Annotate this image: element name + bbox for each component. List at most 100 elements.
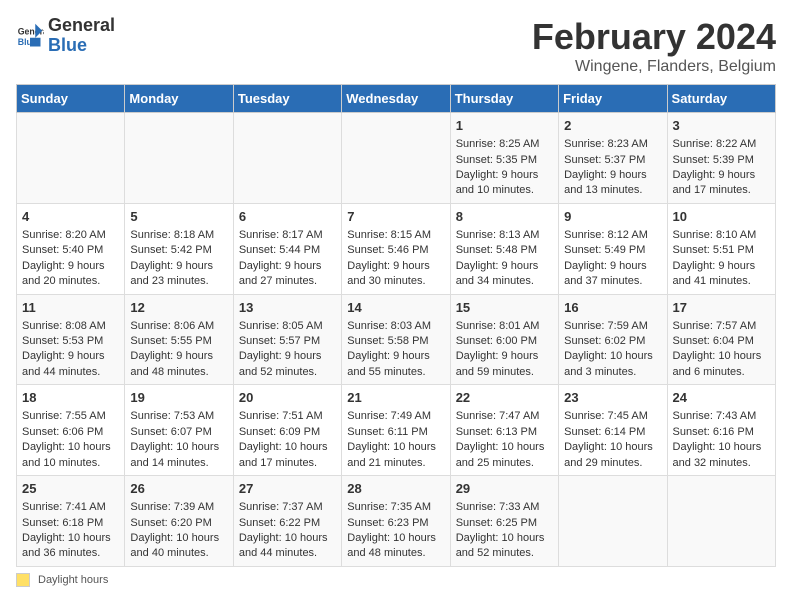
day-number: 19 [130,389,227,407]
day-info: Sunrise: 7:37 AM Sunset: 6:22 PM Dayligh… [239,500,336,562]
day-info: Sunrise: 8:06 AM Sunset: 5:55 PM Dayligh… [130,319,227,381]
day-info: Sunrise: 8:18 AM Sunset: 5:42 PM Dayligh… [130,228,227,290]
calendar-cell: 1 Sunrise: 8:25 AM Sunset: 5:35 PM Daylig… [450,113,558,204]
calendar-week-5: 25Sunrise: 7:41 AM Sunset: 6:18 PM Dayli… [17,476,776,567]
calendar-cell: 13Sunrise: 8:05 AM Sunset: 5:57 PM Dayli… [233,294,341,385]
calendar-col-tuesday: Tuesday [233,85,341,113]
calendar-cell: 24Sunrise: 7:43 AM Sunset: 6:16 PM Dayli… [667,385,775,476]
day-info: Sunrise: 7:59 AM Sunset: 6:02 PM Dayligh… [564,319,661,381]
calendar-col-monday: Monday [125,85,233,113]
calendar-cell [342,113,450,204]
calendar-cell [17,113,125,204]
calendar-cell: 22 Sunrise: 7:47 AM Sunset: 6:13 PM Dayli… [450,385,558,476]
calendar-col-friday: Friday [559,85,667,113]
day-info: Sunrise: 8:20 AM Sunset: 5:40 PM Dayligh… [22,228,119,290]
day-info: Sunrise: 8:13 AM Sunset: 5:48 PM Dayligh… [456,228,553,290]
day-number: 20 [239,389,336,407]
day-info: Sunrise: 8:17 AM Sunset: 5:44 PM Dayligh… [239,228,336,290]
day-number: 14 [347,299,444,317]
daylight-box-icon [16,573,30,587]
day-info: Sunrise: 7:55 AM Sunset: 6:06 PM Dayligh… [22,409,119,471]
calendar-week-1: 1 Sunrise: 8:25 AM Sunset: 5:35 PM Daylig… [17,113,776,204]
calendar-cell: 27 Sunrise: 7:37 AM Sunset: 6:22 PM Dayli… [233,476,341,567]
day-number: 26 [130,480,227,498]
calendar-cell: 6 Sunrise: 8:17 AM Sunset: 5:44 PM Daylig… [233,203,341,294]
day-number: 7 [347,208,444,226]
calendar-cell [559,476,667,567]
day-number: 28 [347,480,444,498]
calendar-cell: 10 Sunrise: 8:10 AM Sunset: 5:51 PM Dayli… [667,203,775,294]
day-number: 3 [673,117,770,135]
day-info: Sunrise: 8:01 AM Sunset: 6:00 PM Dayligh… [456,319,553,381]
day-info: Sunrise: 8:12 AM Sunset: 5:49 PM Dayligh… [564,228,661,290]
day-info: Sunrise: 8:08 AM Sunset: 5:53 PM Dayligh… [22,319,119,381]
day-info: Sunrise: 8:25 AM Sunset: 5:35 PM Dayligh… [456,137,553,199]
calendar-cell: 19Sunrise: 7:53 AM Sunset: 6:07 PM Dayli… [125,385,233,476]
calendar-body: 1 Sunrise: 8:25 AM Sunset: 5:35 PM Daylig… [17,113,776,567]
calendar-cell: 3 Sunrise: 8:22 AM Sunset: 5:39 PM Daylig… [667,113,775,204]
day-number: 22 [456,389,553,407]
calendar-cell: 29Sunrise: 7:33 AM Sunset: 6:25 PM Dayli… [450,476,558,567]
day-info: Sunrise: 7:49 AM Sunset: 6:11 PM Dayligh… [347,409,444,471]
calendar-cell: 18Sunrise: 7:55 AM Sunset: 6:06 PM Dayli… [17,385,125,476]
day-number: 5 [130,208,227,226]
calendar-cell [233,113,341,204]
day-info: Sunrise: 8:15 AM Sunset: 5:46 PM Dayligh… [347,228,444,290]
main-title: February 2024 [532,16,776,58]
day-number: 4 [22,208,119,226]
calendar-cell: 23 Sunrise: 7:45 AM Sunset: 6:14 PM Dayli… [559,385,667,476]
calendar-cell: 4 Sunrise: 8:20 AM Sunset: 5:40 PM Daylig… [17,203,125,294]
day-info: Sunrise: 7:51 AM Sunset: 6:09 PM Dayligh… [239,409,336,471]
day-number: 27 [239,480,336,498]
day-info: Sunrise: 8:10 AM Sunset: 5:51 PM Dayligh… [673,228,770,290]
calendar-cell: 12 Sunrise: 8:06 AM Sunset: 5:55 PM Dayli… [125,294,233,385]
day-number: 29 [456,480,553,498]
logo-icon: General Blue [16,22,44,50]
day-number: 17 [673,299,770,317]
logo-blue: Blue [48,36,115,56]
calendar-col-saturday: Saturday [667,85,775,113]
day-info: Sunrise: 8:03 AM Sunset: 5:58 PM Dayligh… [347,319,444,381]
day-number: 1 [456,117,553,135]
calendar-cell: 9 Sunrise: 8:12 AM Sunset: 5:49 PM Daylig… [559,203,667,294]
day-info: Sunrise: 7:45 AM Sunset: 6:14 PM Dayligh… [564,409,661,471]
day-info: Sunrise: 7:47 AM Sunset: 6:13 PM Dayligh… [456,409,553,471]
calendar-cell: 2Sunrise: 8:23 AM Sunset: 5:37 PM Daylig… [559,113,667,204]
day-number: 2 [564,117,661,135]
calendar-cell: 17 Sunrise: 7:57 AM Sunset: 6:04 PM Dayli… [667,294,775,385]
calendar-cell: 15 Sunrise: 8:01 AM Sunset: 6:00 PM Dayli… [450,294,558,385]
day-info: Sunrise: 7:43 AM Sunset: 6:16 PM Dayligh… [673,409,770,471]
day-info: Sunrise: 7:57 AM Sunset: 6:04 PM Dayligh… [673,319,770,381]
day-info: Sunrise: 8:05 AM Sunset: 5:57 PM Dayligh… [239,319,336,381]
calendar-cell: 25Sunrise: 7:41 AM Sunset: 6:18 PM Dayli… [17,476,125,567]
calendar-header-row: SundayMondayTuesdayWednesdayThursdayFrid… [17,85,776,113]
day-number: 21 [347,389,444,407]
logo: General Blue General Blue [16,16,115,56]
daylight-label: Daylight hours [38,574,108,586]
calendar-cell: 21 Sunrise: 7:49 AM Sunset: 6:11 PM Dayli… [342,385,450,476]
calendar-col-wednesday: Wednesday [342,85,450,113]
calendar-table: SundayMondayTuesdayWednesdayThursdayFrid… [16,84,776,567]
day-number: 9 [564,208,661,226]
day-number: 15 [456,299,553,317]
calendar-cell: 26Sunrise: 7:39 AM Sunset: 6:20 PM Dayli… [125,476,233,567]
calendar-cell [667,476,775,567]
calendar-week-4: 18Sunrise: 7:55 AM Sunset: 6:06 PM Dayli… [17,385,776,476]
day-number: 10 [673,208,770,226]
day-number: 8 [456,208,553,226]
footer: Daylight hours [16,573,776,587]
day-number: 25 [22,480,119,498]
day-number: 6 [239,208,336,226]
calendar-cell: 14 Sunrise: 8:03 AM Sunset: 5:58 PM Dayli… [342,294,450,385]
header: General Blue General Blue February 2024 … [16,16,776,76]
logo-general: General [48,16,115,36]
day-number: 23 [564,389,661,407]
calendar-week-2: 4 Sunrise: 8:20 AM Sunset: 5:40 PM Daylig… [17,203,776,294]
calendar-cell: 8 Sunrise: 8:13 AM Sunset: 5:48 PM Daylig… [450,203,558,294]
calendar-cell: 20 Sunrise: 7:51 AM Sunset: 6:09 PM Dayli… [233,385,341,476]
day-info: Sunrise: 8:22 AM Sunset: 5:39 PM Dayligh… [673,137,770,199]
day-number: 12 [130,299,227,317]
day-number: 16 [564,299,661,317]
day-number: 11 [22,299,119,317]
calendar-cell: 5 Sunrise: 8:18 AM Sunset: 5:42 PM Daylig… [125,203,233,294]
